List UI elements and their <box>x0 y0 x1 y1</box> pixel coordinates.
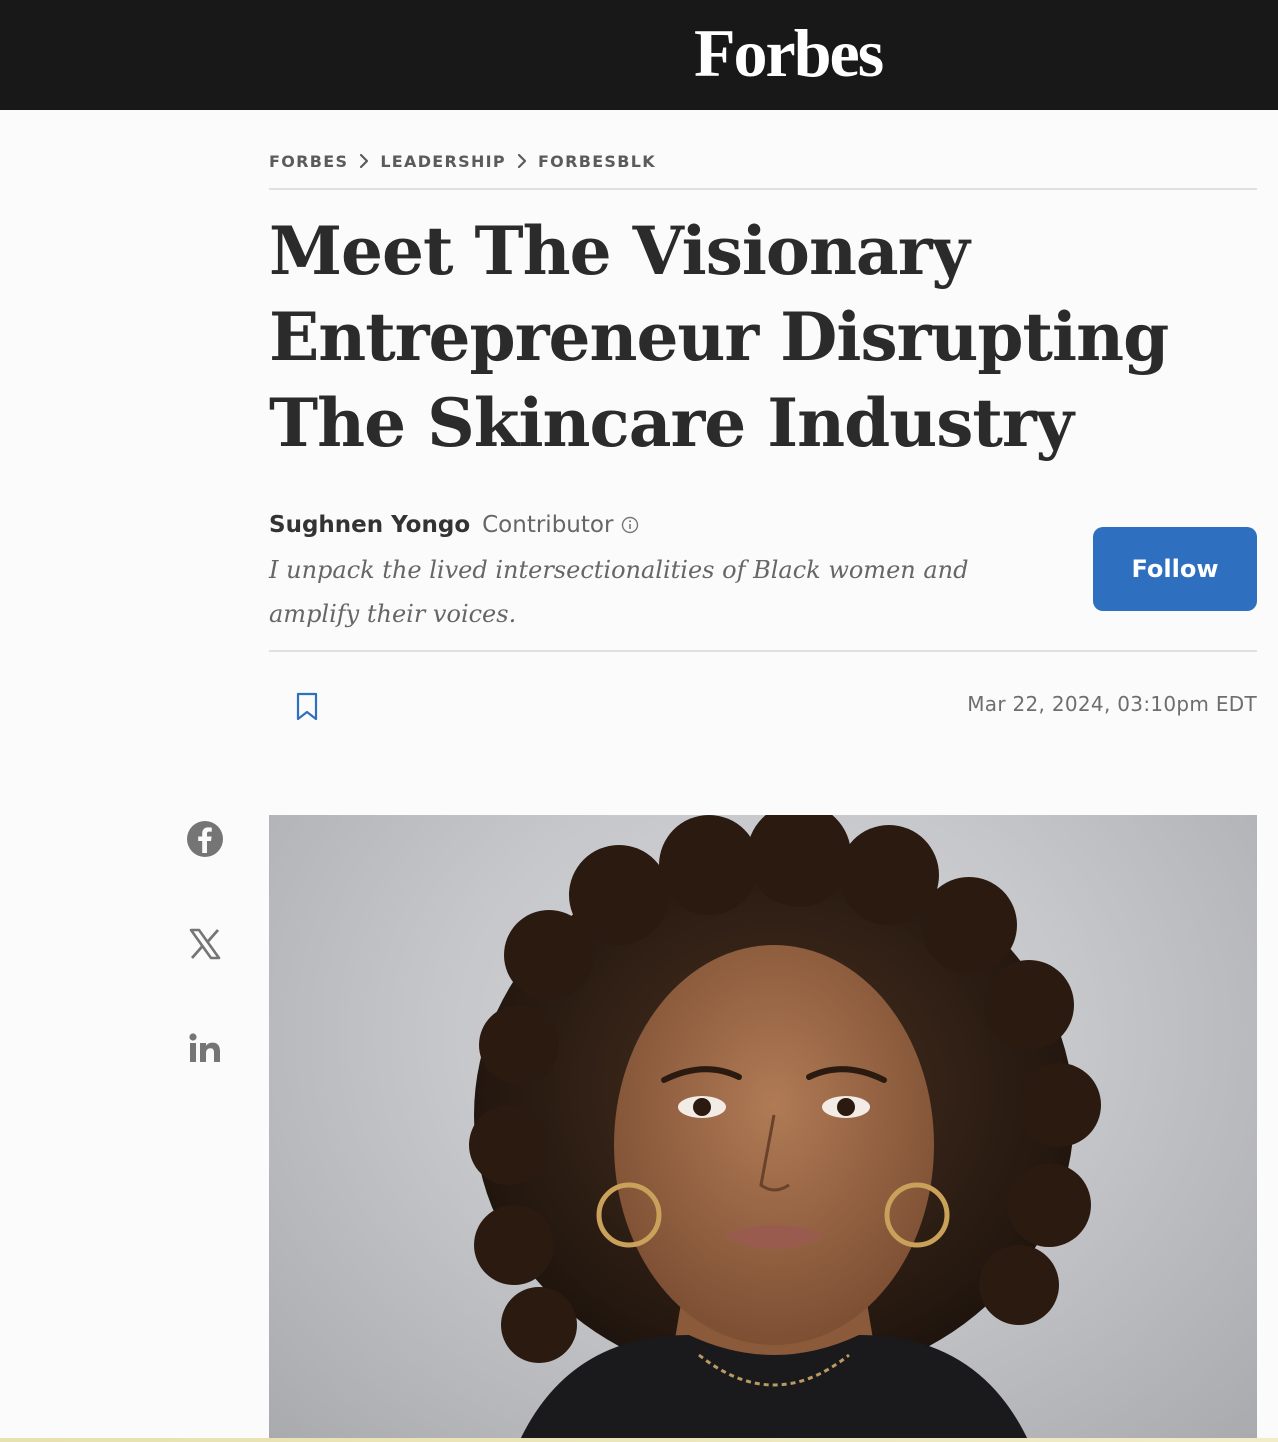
article-headline: Meet The Visionary Entrepreneur Disrupti… <box>269 212 1169 462</box>
x-twitter-icon[interactable] <box>185 924 225 964</box>
breadcrumb-item-leadership[interactable]: LEADERSHIP <box>380 152 506 171</box>
author-bio: I unpack the lived intersectionalities o… <box>269 556 969 628</box>
divider <box>269 650 1257 652</box>
forbes-logo[interactable]: Forbes <box>694 14 884 92</box>
hero-image <box>269 815 1257 1442</box>
bookmark-icon[interactable] <box>294 692 320 722</box>
info-icon[interactable] <box>621 516 639 534</box>
breadcrumb-item-forbesblk[interactable]: FORBESBLK <box>538 152 656 171</box>
chevron-right-icon <box>517 153 527 169</box>
author-row: Sughnen Yongo Contributor <box>269 508 639 542</box>
divider <box>269 188 1257 190</box>
breadcrumb: FORBES LEADERSHIP FORBESBLK <box>269 148 656 174</box>
bottom-strip <box>0 1438 1278 1442</box>
linkedin-icon[interactable] <box>185 1029 225 1069</box>
breadcrumb-item-forbes[interactable]: FORBES <box>269 152 348 171</box>
facebook-icon[interactable] <box>185 819 225 859</box>
author-name-link[interactable]: Sughnen Yongo <box>269 512 470 538</box>
follow-button[interactable]: Follow <box>1093 527 1257 611</box>
author-role: Contributor <box>482 512 614 538</box>
chevron-right-icon <box>360 153 369 169</box>
publish-date: Mar 22, 2024, 03:10pm EDT <box>967 692 1257 716</box>
portrait-illustration <box>469 815 1101 1442</box>
site-header: Forbes <box>0 0 1278 110</box>
